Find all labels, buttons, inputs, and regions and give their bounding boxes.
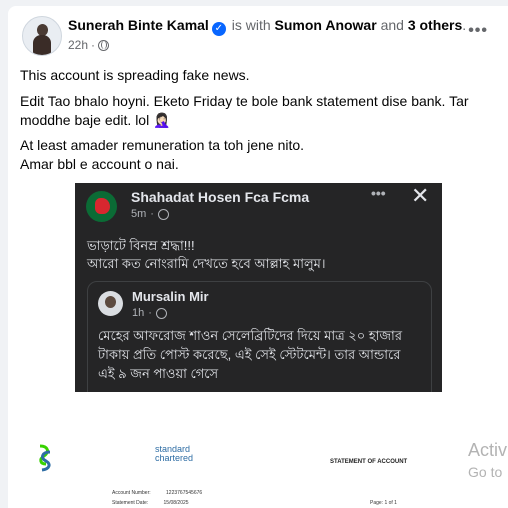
post-text-line: This account is spreading fake news. (20, 67, 250, 83)
goto-watermark: Go to (468, 464, 503, 480)
shared-text-line: মেহের আফরোজ শাওন সেলেব্রিটিদের দিয়ে মাত… (98, 328, 402, 343)
author-avatar[interactable] (22, 16, 62, 56)
tagged-others-link[interactable]: 3 others (408, 17, 462, 33)
shared-meta: 1h · (132, 307, 167, 319)
post-text-line: Amar bbl e account o nai. (20, 156, 179, 172)
activate-watermark: Activ (468, 440, 508, 460)
date-value: 15/08/2025 (163, 500, 189, 506)
shared-author-name: Mursalin Mir (132, 289, 209, 304)
bank-name: standard chartered (155, 445, 193, 463)
post-time[interactable]: 22h (68, 38, 88, 52)
verified-badge-icon: ✓ (211, 22, 226, 36)
post-text-line: Edit Tao bhalo hoyni. Eketo Friday te bo… (20, 93, 469, 109)
page-number: Page: 1 of 1 (370, 500, 397, 506)
date-label: Statement Date: (112, 500, 149, 506)
screenshot-more-icon: ••• (371, 185, 386, 201)
screenshot-close-icon: ✕ (411, 183, 430, 208)
post-text-line: moddhe baje edit. lol 🤦🏻‍♀️ (20, 112, 171, 128)
shared-author-avatar (98, 291, 123, 316)
more-options-button[interactable]: ••• (468, 22, 488, 40)
shared-text-line: এই ৯ জন পাওয়া গেসে (98, 366, 219, 381)
shared-screenshot-image[interactable]: Shahadat Hosen Fca Fcma 5m · ••• ✕ ভাড়া… (75, 183, 442, 392)
shared-globe-icon (155, 307, 167, 319)
statement-title: STATEMENT OF ACCOUNT (330, 459, 408, 465)
shared-time: 1h (132, 307, 145, 319)
screenshot-meta: 5m · (131, 208, 169, 220)
screenshot-avatar (86, 191, 117, 222)
meta-separator: · (91, 38, 96, 52)
tagged-user[interactable]: Sumon Anowar (275, 17, 377, 33)
screenshot-text-line: আরো কত নোংরামি দেখতে হবে আল্লাহ মালুম। (87, 256, 326, 271)
author-name[interactable]: Sunerah Binte Kamal (68, 17, 209, 33)
globe-icon (98, 39, 110, 51)
screenshot-sep: · (150, 208, 154, 220)
post-meta: 22h · (68, 38, 110, 52)
account-value: 1223767545676 (166, 490, 203, 496)
post-header: Sunerah Binte Kamal ✓ is with Sumon Anowa… (68, 17, 466, 36)
screenshot-globe-icon (157, 208, 169, 220)
statement-date-row: Statement Date: 15/08/2025 (112, 500, 189, 506)
shared-sep: · (148, 307, 152, 319)
screenshot-text-line: ভাড়াটে বিনম্র শ্রদ্ধা!!! (87, 238, 195, 253)
post-text-line: At least amader remuneration ta toh jene… (20, 137, 305, 153)
facebook-post: Sunerah Binte Kamal ✓ is with Sumon Anowa… (8, 6, 508, 508)
is-with-text: is with (231, 17, 271, 33)
account-label: Account Number: (112, 490, 151, 496)
screenshot-time: 5m (131, 208, 147, 220)
bank-name-line2: chartered (155, 453, 194, 463)
and-text: and (380, 17, 404, 33)
account-number-row: Account Number: 1223767545676 (112, 490, 202, 496)
standard-chartered-logo-icon (39, 444, 51, 472)
shared-text-line: টাকায় প্রতি পোস্ট করেছে, এই সেই স্টেটমে… (98, 347, 401, 362)
shared-post-card: Mursalin Mir 1h · মেহের আফরোজ শাওন সেলেব… (87, 281, 432, 392)
header-period: . (462, 17, 467, 33)
screenshot-author: Shahadat Hosen Fca Fcma (131, 189, 310, 205)
